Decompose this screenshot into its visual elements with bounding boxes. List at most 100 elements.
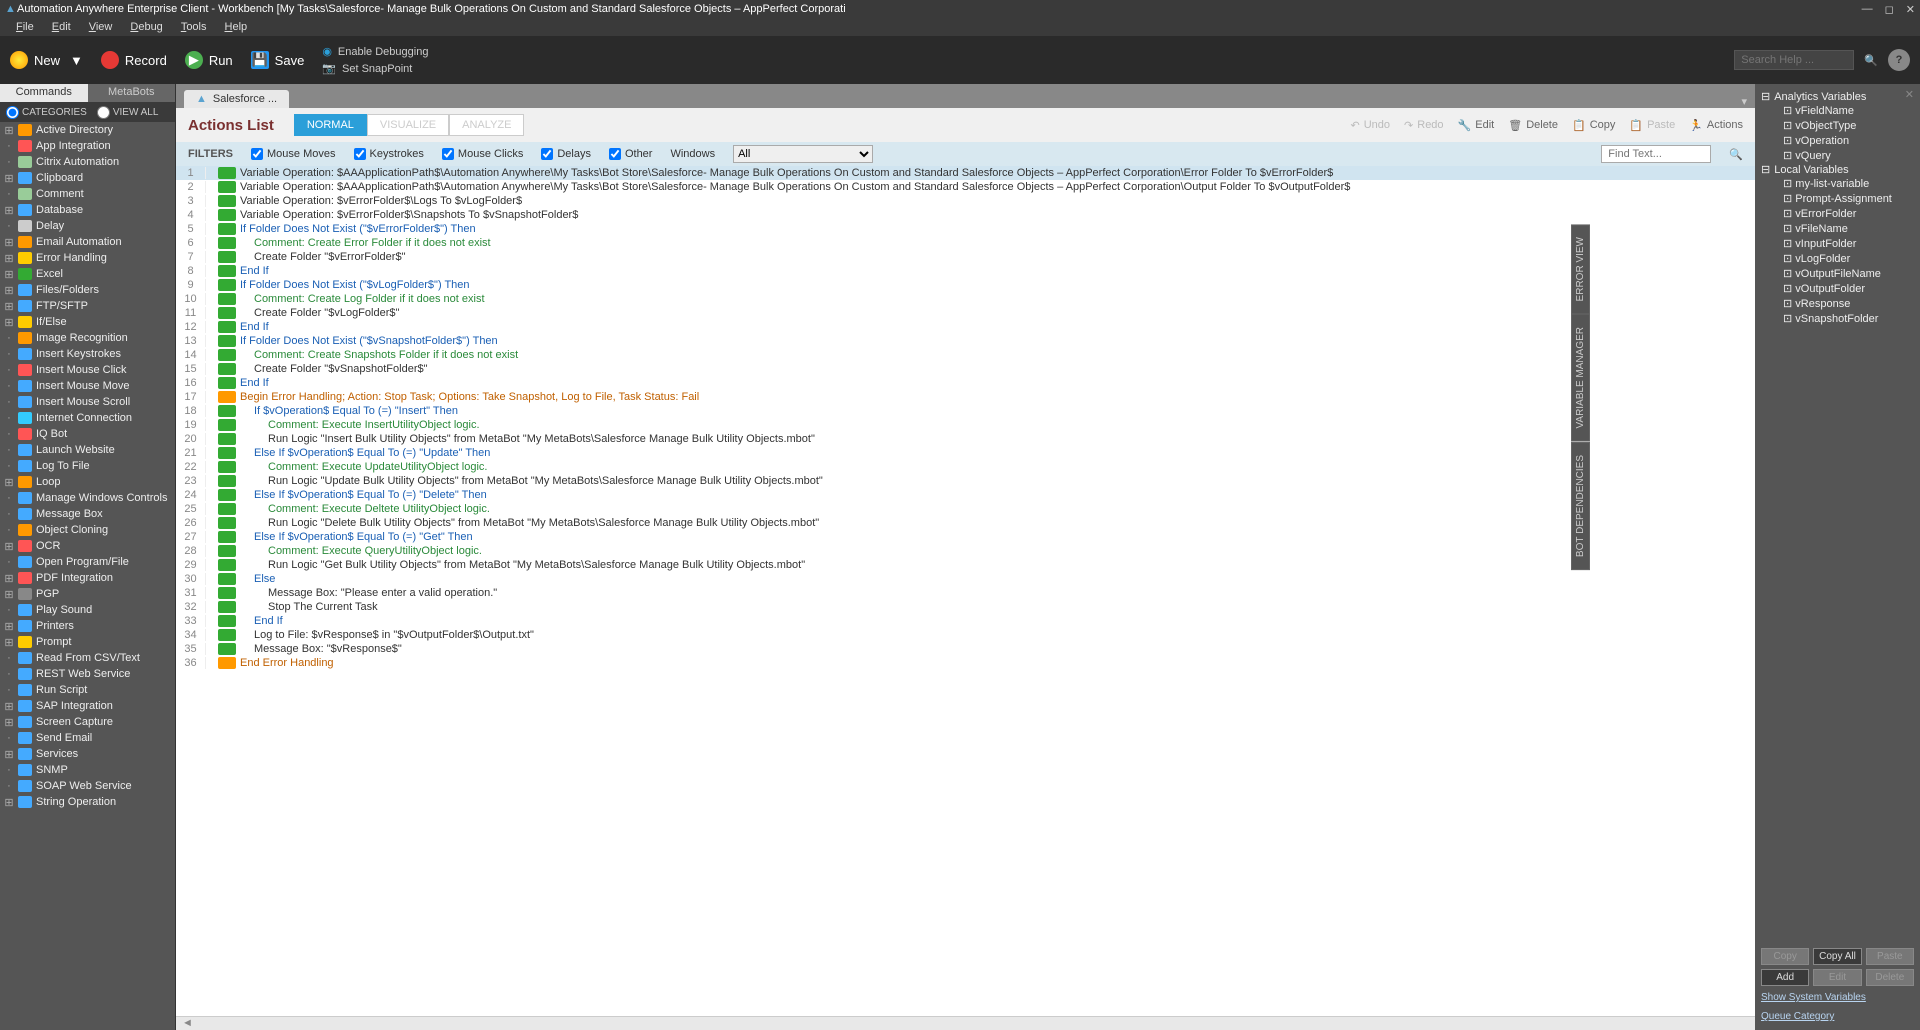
command-item[interactable]: ·Insert Keystrokes [0, 346, 175, 362]
expand-icon[interactable]: ⊞ [4, 540, 14, 553]
expand-icon[interactable]: · [4, 508, 14, 520]
command-item[interactable]: ·Read From CSV/Text [0, 650, 175, 666]
expand-icon[interactable]: · [4, 188, 14, 200]
var-paste-button[interactable]: Paste [1866, 948, 1914, 965]
menu-view[interactable]: View [81, 20, 121, 34]
code-line[interactable]: 32Stop The Current Task [176, 600, 1755, 614]
expand-icon[interactable]: ⊞ [4, 572, 14, 585]
variable-item[interactable]: ⊡ vSnapshotFolder [1761, 311, 1914, 326]
expand-icon[interactable]: ⊞ [4, 284, 14, 297]
command-item[interactable]: ·Comment [0, 186, 175, 202]
expand-icon[interactable]: · [4, 668, 14, 680]
command-item[interactable]: ·IQ Bot [0, 426, 175, 442]
copy-button[interactable]: 📋Copy [1572, 119, 1615, 132]
actions-button[interactable]: 🏃Actions [1689, 119, 1743, 132]
variable-item[interactable]: ⊡ vFileName [1761, 221, 1914, 236]
command-item[interactable]: ⊞Database [0, 202, 175, 218]
paste-button[interactable]: 📋Paste [1629, 119, 1675, 132]
expand-icon[interactable]: · [4, 140, 14, 152]
command-list[interactable]: ⊞Active Directory·App Integration·Citrix… [0, 122, 175, 1030]
menu-tools[interactable]: Tools [173, 20, 215, 34]
filter-mouse-moves[interactable]: Mouse Moves [251, 148, 335, 160]
undo-button[interactable]: ↶Undo [1351, 119, 1391, 132]
expand-icon[interactable]: · [4, 348, 14, 360]
command-item[interactable]: ⊞FTP/SFTP [0, 298, 175, 314]
expand-icon[interactable]: ⊞ [4, 796, 14, 809]
code-line[interactable]: 35Message Box: "$vResponse$" [176, 642, 1755, 656]
code-line[interactable]: 5If Folder Does Not Exist ("$vErrorFolde… [176, 222, 1755, 236]
expand-icon[interactable]: ⊞ [4, 236, 14, 249]
code-line[interactable]: 3Variable Operation: $vErrorFolder$\Logs… [176, 194, 1755, 208]
command-item[interactable]: ⊞Printers [0, 618, 175, 634]
horizontal-scrollbar[interactable]: ◄ [176, 1016, 1755, 1030]
side-tab-variable-manager[interactable]: VARIABLE MANAGER [1571, 314, 1590, 442]
var-copy-button[interactable]: Copy [1761, 948, 1809, 965]
variable-item[interactable]: ⊡ vLogFolder [1761, 251, 1914, 266]
variable-item[interactable]: ⊡ vInputFolder [1761, 236, 1914, 251]
var-delete-button[interactable]: Delete [1866, 969, 1914, 986]
filter-mouse-clicks[interactable]: Mouse Clicks [442, 148, 523, 160]
expand-icon[interactable]: · [4, 732, 14, 744]
new-button[interactable]: New ▼ [10, 51, 83, 69]
expand-icon[interactable]: ⊞ [4, 268, 14, 281]
search-icon[interactable]: 🔍 [1864, 54, 1878, 67]
menu-edit[interactable]: Edit [44, 20, 79, 34]
variable-item[interactable]: ⊡ vObjectType [1761, 118, 1914, 133]
command-item[interactable]: ⊞Excel [0, 266, 175, 282]
command-item[interactable]: ⊞Loop [0, 474, 175, 490]
expand-icon[interactable]: · [4, 684, 14, 696]
variable-item[interactable]: ⊡ vErrorFolder [1761, 206, 1914, 221]
variable-item[interactable]: ⊡ vOutputFileName [1761, 266, 1914, 281]
code-line[interactable]: 22Comment: Execute UpdateUtilityObject l… [176, 460, 1755, 474]
code-line[interactable]: 13If Folder Does Not Exist ("$vSnapshotF… [176, 334, 1755, 348]
variable-item[interactable]: ⊡ vQuery [1761, 148, 1914, 163]
show-system-variables-link[interactable]: Show System Variables [1761, 990, 1914, 1005]
search-help-input[interactable] [1734, 50, 1854, 70]
find-icon[interactable]: 🔍 [1729, 148, 1743, 161]
variable-item[interactable]: ⊡ Prompt-Assignment [1761, 191, 1914, 206]
command-item[interactable]: ⊞String Operation [0, 794, 175, 810]
edit-button[interactable]: 🔧Edit [1458, 119, 1495, 132]
dropdown-icon[interactable]: ▼ [70, 53, 83, 68]
code-line[interactable]: 20Run Logic "Insert Bulk Utility Objects… [176, 432, 1755, 446]
code-line[interactable]: 34Log to File: $vResponse$ in "$vOutputF… [176, 628, 1755, 642]
windows-select[interactable]: All [733, 145, 873, 163]
command-item[interactable]: ⊞Files/Folders [0, 282, 175, 298]
var-edit-button[interactable]: Edit [1813, 969, 1861, 986]
expand-icon[interactable]: · [4, 444, 14, 456]
code-line[interactable]: 7Create Folder "$vErrorFolder$" [176, 250, 1755, 264]
viewall-radio[interactable]: VIEW ALL [97, 106, 159, 119]
run-button[interactable]: ▶ Run [185, 51, 233, 69]
command-item[interactable]: ·Log To File [0, 458, 175, 474]
expand-icon[interactable]: ⊞ [4, 588, 14, 601]
command-item[interactable]: ⊞OCR [0, 538, 175, 554]
find-text-input[interactable] [1601, 145, 1711, 163]
code-line[interactable]: 26Run Logic "Delete Bulk Utility Objects… [176, 516, 1755, 530]
redo-button[interactable]: ↷Redo [1404, 119, 1444, 132]
code-line[interactable]: 16End If [176, 376, 1755, 390]
code-line[interactable]: 36End Error Handling [176, 656, 1755, 670]
variable-item[interactable]: ⊡ my-list-variable [1761, 176, 1914, 191]
command-item[interactable]: ·Message Box [0, 506, 175, 522]
code-line[interactable]: 8End If [176, 264, 1755, 278]
code-line[interactable]: 18If $vOperation$ Equal To (=) "Insert" … [176, 404, 1755, 418]
delete-button[interactable]: 🗑Delete [1508, 119, 1558, 132]
expand-icon[interactable]: ⊞ [4, 748, 14, 761]
file-tab[interactable]: ▲ Salesforce ... [184, 90, 289, 108]
expand-icon[interactable]: · [4, 556, 14, 568]
view-normal[interactable]: NORMAL [294, 114, 367, 136]
code-line[interactable]: 27Else If $vOperation$ Equal To (=) "Get… [176, 530, 1755, 544]
command-item[interactable]: ⊞Prompt [0, 634, 175, 650]
command-item[interactable]: ·SOAP Web Service [0, 778, 175, 794]
tab-metabots[interactable]: MetaBots [88, 84, 176, 102]
command-item[interactable]: ·Delay [0, 218, 175, 234]
expand-icon[interactable]: ⊞ [4, 316, 14, 329]
code-line[interactable]: 17Begin Error Handling; Action: Stop Tas… [176, 390, 1755, 404]
command-item[interactable]: ·REST Web Service [0, 666, 175, 682]
expand-icon[interactable]: ⊞ [4, 124, 14, 137]
expand-icon[interactable]: · [4, 460, 14, 472]
code-line[interactable]: 9If Folder Does Not Exist ("$vLogFolder$… [176, 278, 1755, 292]
tab-commands[interactable]: Commands [0, 84, 88, 102]
code-line[interactable]: 19Comment: Execute InsertUtilityObject l… [176, 418, 1755, 432]
command-item[interactable]: ·Run Script [0, 682, 175, 698]
